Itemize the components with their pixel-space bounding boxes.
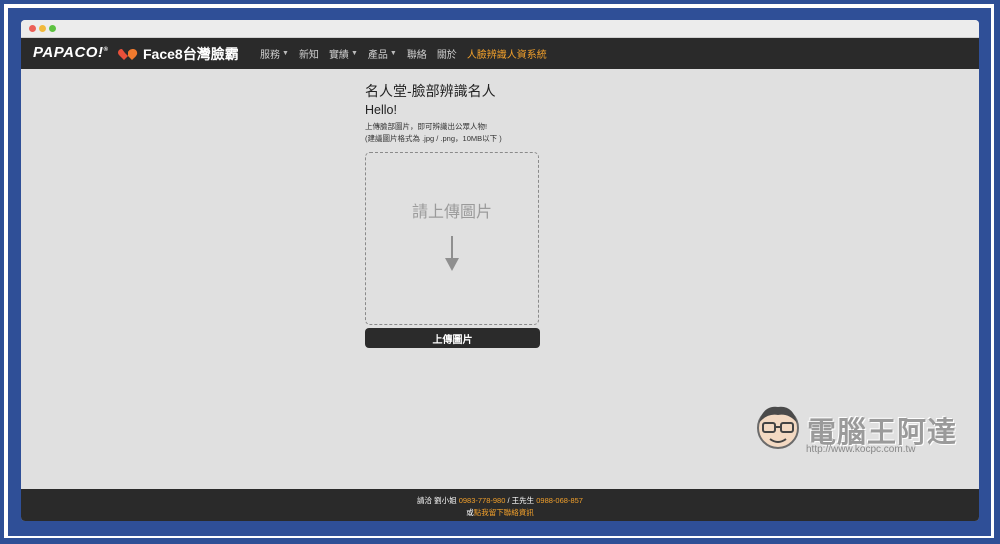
- caret-down-icon: ▼: [389, 50, 397, 57]
- mascot-avatar-icon: [757, 406, 799, 449]
- greeting: Hello!: [365, 103, 397, 117]
- product-name: Face8台灣臉霸: [143, 46, 239, 62]
- nav-item-label: 關於: [436, 50, 457, 61]
- leave-contact-link[interactable]: 點我留下聯絡資訊: [474, 508, 534, 517]
- or-label: 或: [466, 508, 474, 517]
- image-dropzone[interactable]: 請上傳圖片: [365, 152, 539, 325]
- contact-label: 請洽 劉小姐: [417, 496, 459, 505]
- top-navbar: PAPACO!® Face8台灣臉霸 服務 ▼ 新知 實績 ▼ 產品 ▼ 聯絡 關於 …: [21, 38, 979, 69]
- nav-item-label: 新知: [298, 50, 319, 61]
- page-footer: 請洽 劉小姐 0983-778-980 / 王先生 0988-068-857 或…: [21, 489, 979, 521]
- nav-item-hr-system[interactable]: 人臉辨識人資系統: [467, 46, 547, 61]
- format-hint-text: (建議圖片格式為 .jpg / .png，10MB以下 ): [365, 134, 502, 143]
- minimize-window-button[interactable]: [39, 25, 46, 32]
- nav-item-news[interactable]: 新知: [299, 46, 319, 61]
- browser-window: PAPACO!® Face8台灣臉霸 服務 ▼ 新知 實績 ▼ 產品 ▼ 聯絡 關於 …: [21, 20, 979, 521]
- nav-item-label: 人臉辨識人資系統: [466, 50, 547, 61]
- watermark-url: http://www.kocpc.com.tw: [806, 444, 916, 455]
- main-content: 名人堂-臉部辨識名人 Hello! 上傳臉部圖片，即可辨識出公眾人物! (建議圖…: [21, 69, 979, 489]
- nav-item-label: 服務: [260, 50, 280, 61]
- dropzone-label: 請上傳圖片: [411, 203, 492, 221]
- face8-heart-icon: [118, 49, 138, 60]
- site-watermark: 電腦王阿達 http://www.kocpc.com.tw: [751, 399, 976, 469]
- nav-item-cases[interactable]: 實績 ▼: [329, 46, 358, 61]
- arrow-down-icon: [445, 235, 459, 271]
- caret-down-icon: ▼: [282, 50, 289, 57]
- papaco-logo[interactable]: PAPACO!®: [33, 44, 108, 61]
- instruction-text: 上傳臉部圖片，即可辨識出公眾人物!: [365, 122, 488, 131]
- window-titlebar: [21, 20, 979, 38]
- nav-item-contact[interactable]: 聯絡: [407, 46, 427, 61]
- phone-link-2[interactable]: 0988-068-857: [536, 496, 583, 505]
- nav-item-label: 實績: [328, 50, 349, 61]
- nav-item-about[interactable]: 關於: [437, 46, 457, 61]
- face8-logo[interactable]: Face8台灣臉霸: [117, 44, 239, 64]
- footer-contact: 請洽 劉小姐 0983-778-980 / 王先生 0988-068-857: [21, 495, 979, 506]
- caret-down-icon: ▼: [350, 50, 358, 57]
- zoom-window-button[interactable]: [49, 25, 56, 32]
- nav-menu: 服務 ▼ 新知 實績 ▼ 產品 ▼ 聯絡 關於 人臉辨識人資系統: [260, 38, 547, 69]
- close-window-button[interactable]: [29, 25, 36, 32]
- nav-item-services[interactable]: 服務 ▼: [260, 46, 289, 61]
- registered-mark: ®: [103, 47, 109, 53]
- footer-form-prompt: 或點我留下聯絡資訊: [21, 507, 979, 518]
- phone-link-1[interactable]: 0983-778-980: [459, 496, 506, 505]
- page-title: 名人堂-臉部辨識名人: [365, 83, 496, 99]
- nav-item-label: 聯絡: [406, 50, 427, 61]
- upload-image-button[interactable]: 上傳圖片: [365, 328, 540, 348]
- nav-item-products[interactable]: 產品 ▼: [368, 46, 397, 61]
- nav-item-label: 產品: [367, 50, 388, 61]
- brand-name: PAPACO!: [33, 44, 104, 61]
- contact-separator: / 王先生: [505, 496, 537, 505]
